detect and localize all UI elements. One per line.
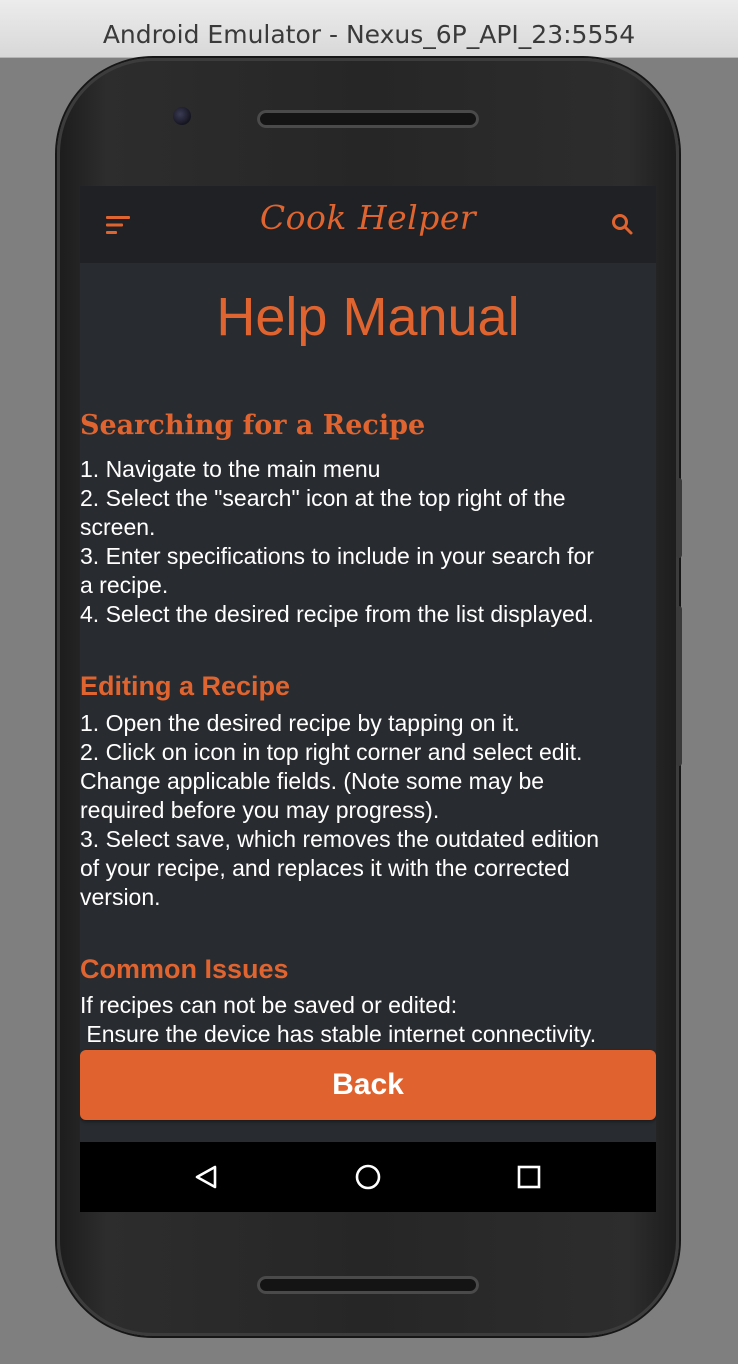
instruction-line: of your recipe, and replaces it with the… (80, 855, 570, 881)
instruction-line: 2. Click on icon in top right corner and… (80, 739, 583, 765)
window-title: Android Emulator - Nexus_6P_API_23:5554 (102, 20, 636, 49)
instruction-line: Change applicable fields. (Note some may… (80, 768, 545, 794)
page-title: Help Manual (216, 287, 520, 347)
section-body-editing: 1. Open the desired recipe by tapping on… (80, 709, 652, 912)
instruction-line: required before you may progress). (80, 797, 440, 823)
instruction-line: 3. Enter specifications to include in yo… (80, 543, 594, 569)
section-heading-editing: Editing a Recipe (80, 671, 291, 701)
app-toolbar: Cook Helper (80, 186, 656, 263)
back-button[interactable]: Back (80, 1050, 656, 1120)
section-heading-searching: Searching for a Recipe (80, 410, 426, 441)
section-body-searching: 1. Navigate to the main menu 2. Select t… (80, 455, 652, 629)
circle-home-icon[interactable] (353, 1162, 383, 1192)
triangle-back-icon[interactable] (191, 1162, 221, 1192)
app-title: Cook Helper (259, 198, 477, 237)
instruction-line: 3. Select save, which removes the outdat… (80, 826, 600, 852)
instruction-line: If recipes can not be saved or edited: (80, 992, 458, 1018)
device-screen: Cook Helper Help Manual Searching for a … (80, 186, 656, 1212)
instruction-line: a recipe. (80, 572, 169, 598)
instruction-line: 1. Open the desired recipe by tapping on… (80, 710, 520, 736)
section-body-common-issues: If recipes can not be saved or edited: E… (80, 991, 652, 1049)
power-button[interactable] (676, 606, 682, 766)
front-camera (173, 107, 191, 125)
android-navigation-bar (80, 1142, 656, 1212)
instruction-line: screen. (80, 514, 156, 540)
top-speaker (257, 110, 479, 128)
instruction-line: 1. Navigate to the main menu (80, 456, 381, 482)
search-icon[interactable] (610, 212, 634, 236)
emulator-window: Android Emulator - Nexus_6P_API_23:5554 … (0, 0, 738, 1364)
volume-button[interactable] (676, 478, 682, 558)
instruction-line: 2. Select the "search" icon at the top r… (80, 485, 566, 511)
window-titlebar[interactable]: Android Emulator - Nexus_6P_API_23:5554 (0, 0, 738, 58)
instruction-line: 4. Select the desired recipe from the li… (80, 601, 594, 627)
square-recents-icon[interactable] (514, 1162, 544, 1192)
section-heading-common-issues: Common Issues (80, 954, 289, 984)
instruction-line: Ensure the device has stable internet co… (80, 1021, 597, 1047)
bottom-speaker (257, 1276, 479, 1294)
instruction-line: version. (80, 884, 161, 910)
